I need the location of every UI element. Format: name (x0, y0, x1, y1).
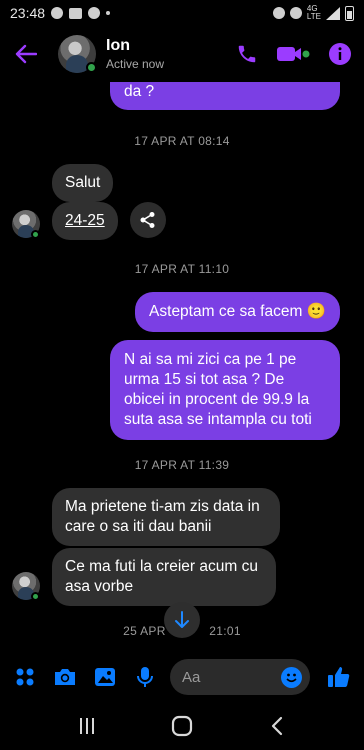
timestamp: 17 APR AT 08:14 (134, 134, 230, 148)
camera-icon (55, 669, 75, 685)
outgoing-message[interactable]: da ? (110, 82, 340, 110)
scroll-to-bottom-button[interactable] (164, 602, 200, 638)
outgoing-message[interactable]: Asteptam ce sa facem 🙂 (135, 292, 340, 332)
gallery-notification-icon (69, 7, 83, 19)
message-input-container[interactable] (170, 659, 310, 695)
recent-apps-button[interactable] (67, 711, 107, 741)
signal-icon (326, 6, 340, 20)
contact-avatar[interactable] (58, 35, 97, 73)
system-back-button[interactable] (257, 711, 297, 741)
gallery-icon (95, 668, 115, 686)
video-camera-icon (277, 47, 310, 61)
back-button[interactable] (12, 40, 40, 68)
apps-icon (16, 668, 34, 686)
voice-message-button[interactable] (130, 662, 160, 692)
like-button[interactable] (324, 662, 354, 692)
timestamp: 17 APR AT 11:10 (134, 262, 230, 276)
message-text: Ma prietene ti-am zis data in care o sa … (65, 498, 260, 535)
alarm-icon (272, 7, 285, 19)
message-composer (0, 652, 364, 702)
recent-apps-icon (80, 718, 95, 734)
emoji-button[interactable] (281, 667, 302, 688)
more-notifications-icon (106, 11, 111, 15)
incoming-message[interactable]: Ma prietene ti-am zis data in care o sa … (52, 488, 280, 546)
info-icon (329, 43, 351, 65)
message-text: Salut (65, 174, 101, 191)
timestamp: 17 APR AT 11:39 (134, 458, 230, 472)
video-call-button[interactable] (276, 44, 310, 64)
cloud-icon (51, 7, 64, 19)
system-navigation-bar (0, 702, 364, 750)
chevron-down-icon (175, 611, 189, 628)
share-icon (140, 212, 155, 228)
online-indicator (86, 62, 97, 73)
message-list[interactable]: da ? 17 APR AT 08:14 Salut 24-25 17 APR … (0, 82, 364, 652)
audio-call-button[interactable] (236, 43, 258, 65)
share-button[interactable] (130, 202, 166, 238)
online-indicator (31, 230, 40, 239)
status-time: 23:48 (10, 5, 46, 21)
fire-notification-icon (88, 7, 101, 19)
home-button[interactable] (162, 711, 202, 741)
online-indicator (31, 592, 40, 601)
status-bar: 23:48 4G LTE (0, 0, 364, 26)
message-link[interactable]: 24-25 (65, 212, 105, 229)
info-button[interactable] (328, 42, 352, 66)
message-text: da ? (124, 83, 155, 100)
contact-name: Ion (106, 37, 130, 54)
home-icon (171, 715, 193, 737)
back-icon (271, 716, 282, 736)
incoming-message[interactable]: Salut (52, 164, 114, 202)
message-text: N ai sa mi zici ca pe 1 pe urma 15 si to… (124, 351, 312, 428)
apps-button[interactable] (10, 662, 40, 692)
thumbs-up-icon (328, 667, 350, 687)
microphone-icon (137, 667, 153, 687)
gallery-button[interactable] (90, 662, 120, 692)
camera-button[interactable] (50, 662, 80, 692)
back-arrow-icon (15, 44, 37, 64)
contact-status: Active now (106, 57, 165, 71)
mute-icon (289, 7, 302, 19)
message-text: Asteptam ce sa facem 🙂 (149, 303, 326, 320)
battery-icon (345, 5, 354, 21)
message-input[interactable] (182, 668, 282, 686)
phone-icon (238, 45, 256, 63)
message-text: Ce ma futi la creier acum cu asa vorbe (65, 558, 258, 595)
network-type: 4G LTE (306, 4, 321, 21)
emoji-icon (286, 673, 297, 683)
incoming-message[interactable]: Ce ma futi la creier acum cu asa vorbe (52, 548, 276, 606)
incoming-link-message[interactable]: 24-25 (52, 202, 118, 240)
outgoing-message[interactable]: N ai sa mi zici ca pe 1 pe urma 15 si to… (110, 340, 340, 440)
contact-info[interactable]: Ion Active now (106, 37, 164, 71)
conversation-header: Ion Active now (0, 26, 364, 82)
